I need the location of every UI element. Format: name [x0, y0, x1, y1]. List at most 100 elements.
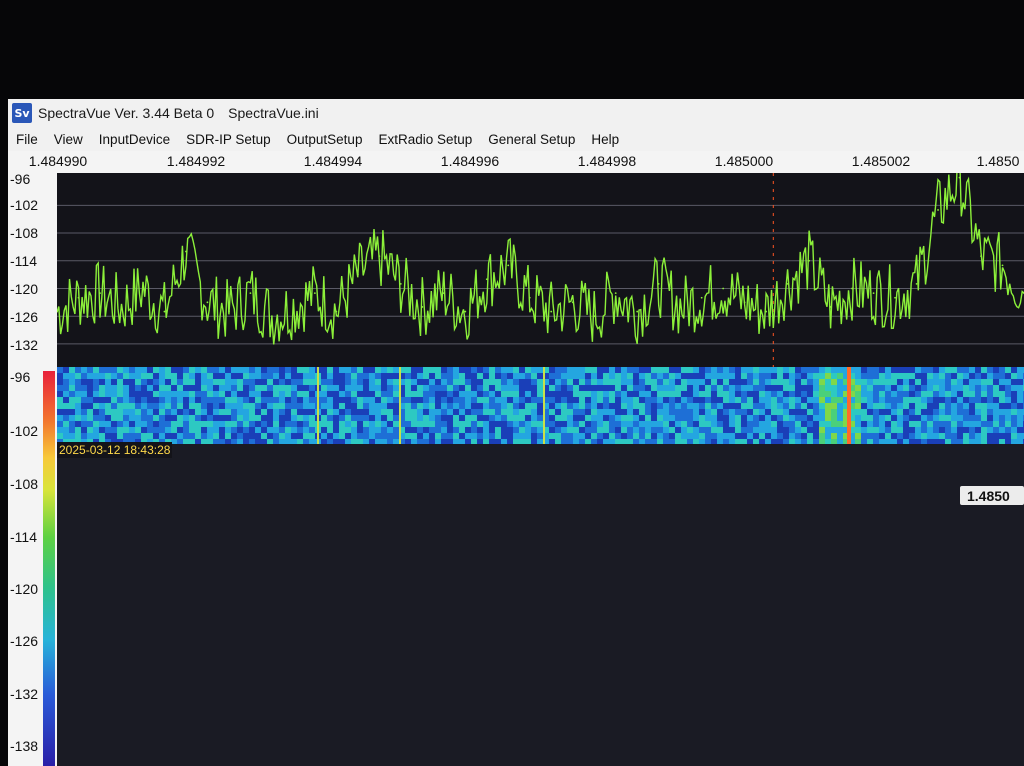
waterfall-cell: [357, 427, 363, 433]
waterfall-cell: [813, 415, 819, 421]
waterfall-cell: [669, 379, 675, 385]
waterfall-cell: [747, 415, 753, 421]
waterfall-cell: [63, 415, 69, 421]
waterfall-cell: [855, 367, 861, 373]
amp-tick-label: -96: [10, 171, 31, 187]
waterfall-cell: [453, 415, 459, 421]
frequency-readout[interactable]: 1.4850: [960, 486, 1024, 505]
menu-outputsetup[interactable]: OutputSetup: [279, 132, 371, 147]
waterfall-cell: [939, 385, 945, 391]
waterfall-cell: [69, 373, 75, 379]
waterfall-cell: [93, 373, 99, 379]
frequency-ruler[interactable]: 1.484990 1.484992 1.484994 1.484996 1.48…: [8, 151, 1024, 174]
waterfall-cell: [675, 415, 681, 421]
waterfall-cell: [957, 433, 963, 439]
waterfall-cell: [135, 421, 141, 427]
waterfall-cell: [375, 433, 381, 439]
waterfall-cell: [495, 367, 501, 373]
waterfall-cell: [249, 415, 255, 421]
waterfall-cell: [639, 409, 645, 415]
waterfall-cell: [369, 403, 375, 409]
waterfall-cell: [597, 409, 603, 415]
waterfall-cell: [1005, 409, 1011, 415]
waterfall-cell: [699, 373, 705, 379]
amp-tick-label: -114: [10, 253, 37, 269]
waterfall-cell: [441, 403, 447, 409]
waterfall-cell: [987, 367, 993, 373]
waterfall-cell: [93, 397, 99, 403]
waterfall-cell: [153, 403, 159, 409]
waterfall-cell: [369, 385, 375, 391]
waterfall-cell: [855, 397, 861, 403]
waterfall-cell: [237, 433, 243, 439]
menu-general-setup[interactable]: General Setup: [480, 132, 583, 147]
waterfall-cell: [675, 433, 681, 439]
waterfall-cell: [651, 391, 657, 397]
waterfall-cell: [921, 397, 927, 403]
waterfall-cell: [171, 397, 177, 403]
waterfall-cell: [981, 367, 987, 373]
waterfall-cell: [1011, 415, 1017, 421]
waterfall-cell: [885, 379, 891, 385]
waterfall-cell: [597, 373, 603, 379]
waterfall-cell: [453, 433, 459, 439]
waterfall-cell: [237, 367, 243, 373]
menu-inputdevice[interactable]: InputDevice: [91, 132, 178, 147]
waterfall-cell: [537, 415, 543, 421]
waterfall-cell: [117, 421, 123, 427]
waterfall-cell: [951, 403, 957, 409]
waterfall-cell: [837, 403, 843, 409]
waterfall-cell: [267, 367, 273, 373]
waterfall-cell: [417, 403, 423, 409]
waterfall-cell: [993, 427, 999, 433]
waterfall-cell: [303, 373, 309, 379]
waterfall-cell: [183, 367, 189, 373]
waterfall-cell: [681, 391, 687, 397]
waterfall-cell: [105, 433, 111, 439]
waterfall-cell: [627, 379, 633, 385]
menu-sdr-ip-setup[interactable]: SDR-IP Setup: [178, 132, 279, 147]
waterfall-cell: [855, 421, 861, 427]
waterfall-cell: [873, 409, 879, 415]
waterfall-cell: [591, 433, 597, 439]
waterfall-cell: [147, 403, 153, 409]
waterfall-cell: [885, 415, 891, 421]
waterfall-cell: [99, 385, 105, 391]
waterfall-cell: [867, 367, 873, 373]
spectrum-point: [442, 292, 445, 294]
waterfall-cell: [645, 403, 651, 409]
amp-tick-label: -132: [10, 337, 39, 353]
waterfall-cell: [423, 427, 429, 433]
waterfall-cell: [585, 403, 591, 409]
waterfall-cell: [291, 391, 297, 397]
waterfall-cell: [435, 385, 441, 391]
waterfall-cell: [123, 427, 129, 433]
waterfall-cell: [861, 421, 867, 427]
menu-file[interactable]: File: [8, 132, 46, 147]
waterfall-cell: [525, 385, 531, 391]
wf-amp-tick-label: -108: [10, 476, 39, 492]
spectrum-plot[interactable]: [57, 173, 1024, 367]
waterfall-cell: [759, 409, 765, 415]
waterfall-cell: [957, 379, 963, 385]
waterfall-display[interactable]: [57, 367, 1024, 444]
waterfall-cell: [471, 427, 477, 433]
waterfall-cell: [87, 427, 93, 433]
menu-view[interactable]: View: [46, 132, 91, 147]
waterfall-cell: [339, 421, 345, 427]
spectrum-point: [77, 296, 80, 299]
menu-extradio-setup[interactable]: ExtRadio Setup: [370, 132, 480, 147]
waterfall-cell: [273, 421, 279, 427]
waterfall-cell: [117, 409, 123, 415]
waterfall-cell: [645, 373, 651, 379]
waterfall-cell: [699, 403, 705, 409]
waterfall-cell: [177, 373, 183, 379]
waterfall-cell: [507, 415, 513, 421]
menu-help[interactable]: Help: [583, 132, 627, 147]
waterfall-cell: [717, 427, 723, 433]
waterfall-cell: [459, 427, 465, 433]
waterfall-cell: [831, 403, 837, 409]
waterfall-cell: [609, 367, 615, 373]
waterfall-cell: [765, 427, 771, 433]
waterfall-cell: [501, 433, 507, 439]
